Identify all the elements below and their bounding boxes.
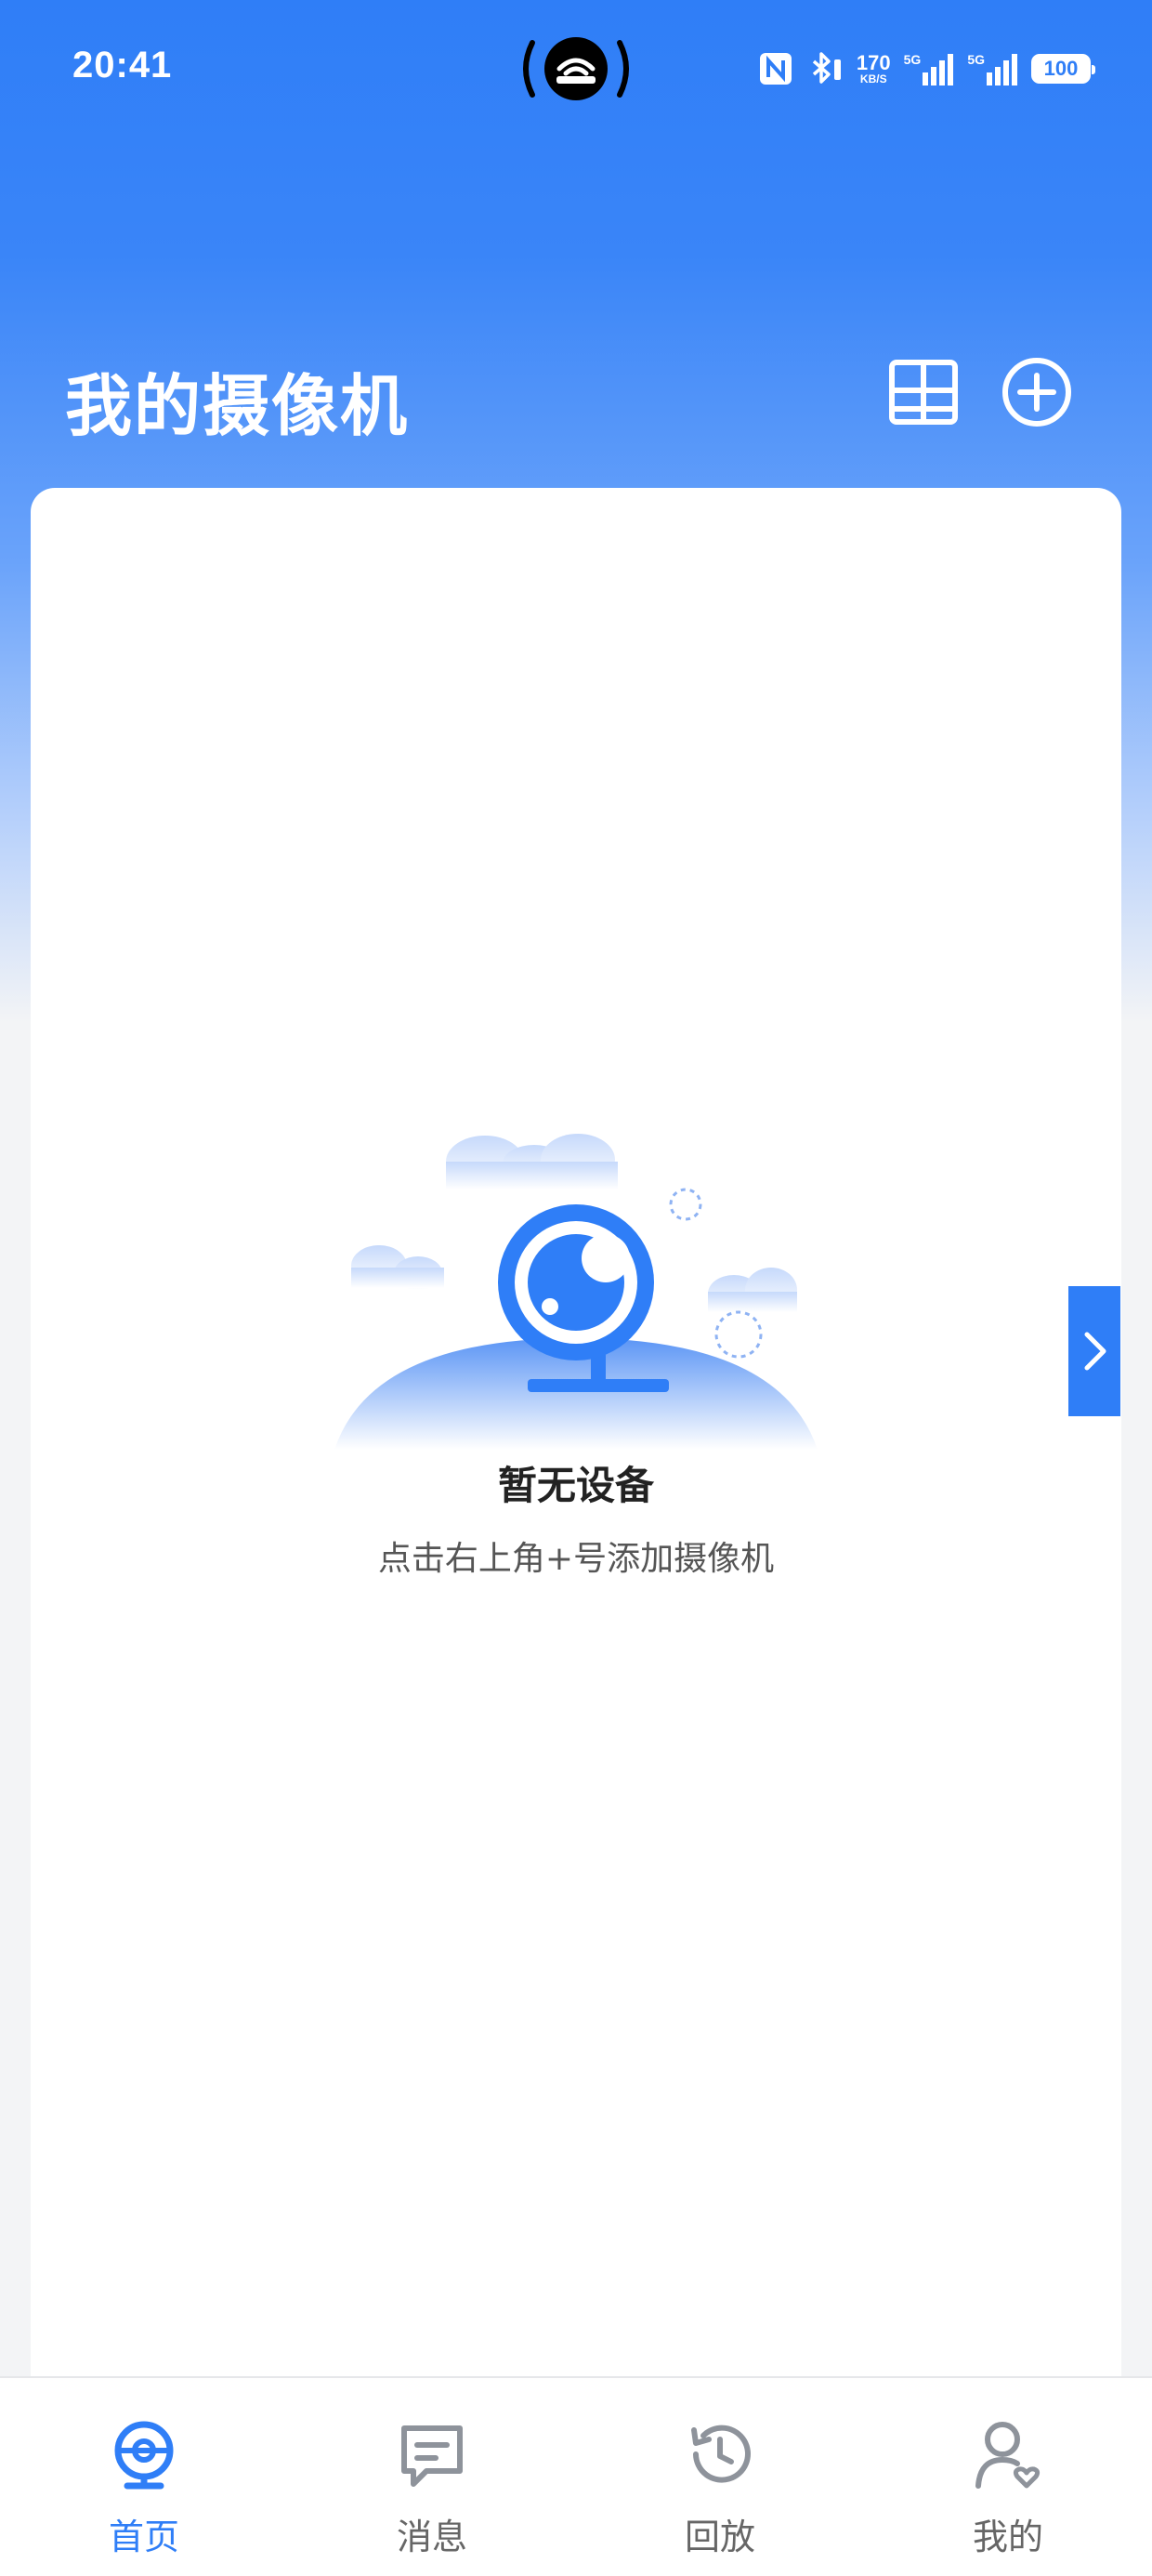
hotspot-indicator-icon [516, 33, 636, 104]
bluetooth-icon [812, 52, 841, 84]
add-circle-icon [1002, 358, 1071, 427]
signal-1-label: 5G [903, 52, 922, 67]
bottom-nav: 首页 消息 回放 我的 [0, 2376, 1152, 2576]
network-speed-unit: KB/S [859, 72, 887, 85]
camera-home-icon [114, 2421, 174, 2490]
nfc-icon [759, 53, 792, 85]
nav-label-home: 首页 [108, 2517, 179, 2557]
status-icons: 170 KB/S 5G 5G 100 [758, 48, 1095, 89]
signal-2-label: 5G [967, 52, 985, 67]
signal-1: 5G [904, 52, 955, 85]
empty-state-title: 暂无设备 [497, 1463, 654, 1508]
page-title: 我的摄像机 [65, 367, 410, 445]
nav-item-mine[interactable]: 我的 [864, 2378, 1152, 2576]
nav-item-playback[interactable]: 回放 [576, 2378, 864, 2576]
side-drawer-tab[interactable] [1068, 1286, 1120, 1416]
add-camera-button[interactable] [1000, 355, 1074, 429]
camera-illustration-icon [334, 1115, 818, 1459]
chevron-right-icon [1084, 1332, 1106, 1371]
nav-item-messages[interactable]: 消息 [288, 2378, 576, 2576]
signal-icon [987, 54, 1017, 85]
empty-state-hint: 点击右上角+号添加摄像机 [377, 1540, 775, 1578]
grid-view-button[interactable] [886, 355, 961, 429]
status-time: 20:41 [72, 45, 173, 85]
grid-layout-icon [889, 360, 958, 425]
nav-label-mine: 我的 [972, 2517, 1043, 2557]
user-icon [975, 2422, 1041, 2489]
battery-icon: 100 [1031, 54, 1095, 84]
network-speed-value: 170 [856, 51, 891, 74]
history-icon [691, 2425, 751, 2483]
signal-2: 5G [967, 52, 1018, 85]
nav-label-messages: 消息 [396, 2517, 467, 2557]
battery-level: 100 [1043, 57, 1079, 80]
nav-item-home[interactable]: 首页 [0, 2378, 288, 2576]
signal-icon [923, 54, 954, 85]
message-icon [401, 2425, 463, 2487]
nav-label-playback: 回放 [684, 2517, 755, 2557]
status-bar: 20:41 170 KB/S 5G 5G 100 [0, 0, 1152, 139]
network-speed: 170 KB/S [857, 53, 891, 85]
